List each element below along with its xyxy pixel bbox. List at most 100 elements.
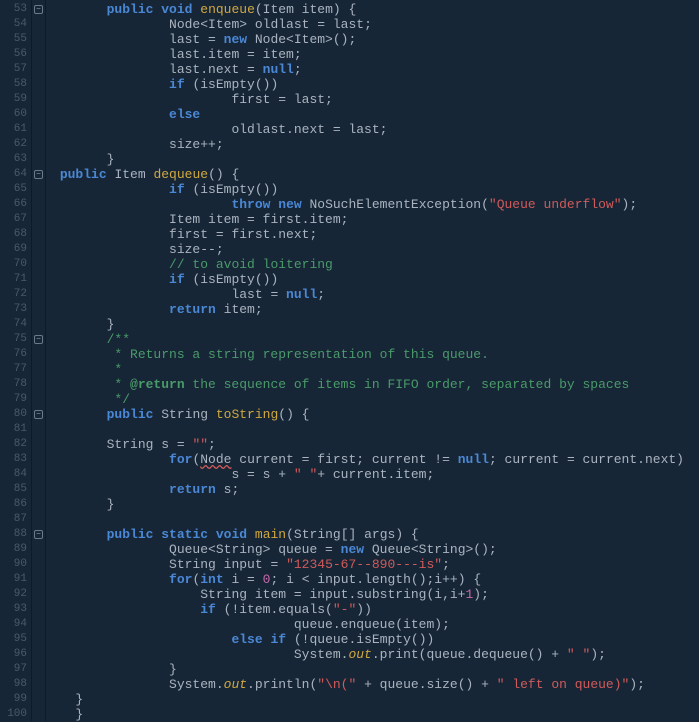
line-number: 81 bbox=[6, 422, 27, 437]
fold-toggle-icon[interactable]: − bbox=[34, 170, 43, 179]
line-number: 62 bbox=[6, 137, 27, 152]
code-line[interactable]: throw new NoSuchElementException("Queue … bbox=[52, 197, 699, 212]
code-line[interactable]: return s; bbox=[52, 482, 699, 497]
fold-toggle-icon[interactable]: − bbox=[34, 335, 43, 344]
code-line[interactable]: System.out.print(queue.dequeue() + " "); bbox=[52, 647, 699, 662]
code-line[interactable]: if (!item.equals("-")) bbox=[52, 602, 699, 617]
code-line[interactable]: */ bbox=[52, 392, 699, 407]
code-line[interactable]: if (isEmpty()) bbox=[52, 272, 699, 287]
fold-cell bbox=[32, 662, 45, 677]
code-line[interactable] bbox=[52, 422, 699, 437]
code-line[interactable] bbox=[52, 512, 699, 527]
token-kw: if bbox=[169, 77, 185, 92]
fold-cell bbox=[32, 422, 45, 437]
token-new: new bbox=[224, 32, 247, 47]
code-line[interactable]: public Item dequeue() { bbox=[52, 167, 699, 182]
token-cmt: * Returns a string representation of thi… bbox=[107, 347, 489, 362]
code-line[interactable]: System.out.println("\n(" + queue.size() … bbox=[52, 677, 699, 692]
code-line[interactable]: else bbox=[52, 107, 699, 122]
token-id: Queue<String> queue = bbox=[169, 542, 341, 557]
fold-toggle-icon[interactable]: − bbox=[34, 530, 43, 539]
code-line[interactable]: } bbox=[52, 497, 699, 512]
code-line[interactable]: * @return the sequence of items in FIFO … bbox=[52, 377, 699, 392]
token-id: .print(queue.dequeue() + bbox=[372, 647, 567, 662]
code-line[interactable]: last = new Node<Item>(); bbox=[52, 32, 699, 47]
line-number: 78 bbox=[6, 377, 27, 392]
code-line[interactable]: // to avoid loitering bbox=[52, 257, 699, 272]
code-line[interactable]: last.next = null; bbox=[52, 62, 699, 77]
token-op: } bbox=[68, 692, 84, 707]
token-str: "12345-67--890---is" bbox=[286, 557, 442, 572]
code-line[interactable]: } bbox=[52, 707, 699, 722]
fold-toggle-icon[interactable]: − bbox=[34, 5, 43, 14]
token-id: String input = bbox=[169, 557, 286, 572]
line-number: 88 bbox=[6, 527, 27, 542]
line-number: 97 bbox=[6, 662, 27, 677]
code-line[interactable]: } bbox=[52, 692, 699, 707]
line-number: 89 bbox=[6, 542, 27, 557]
fold-toggle-icon[interactable]: − bbox=[34, 410, 43, 419]
token-kw: public bbox=[107, 407, 154, 422]
code-line[interactable]: * bbox=[52, 362, 699, 377]
code-line[interactable]: Node<Item> oldlast = last; bbox=[52, 17, 699, 32]
code-area[interactable]: public void enqueue(Item item) { Node<It… bbox=[46, 0, 699, 721]
code-line[interactable]: } bbox=[52, 152, 699, 167]
token-id: ; current = current.next) bbox=[489, 452, 684, 467]
token-kw: public bbox=[107, 2, 154, 17]
fold-cell bbox=[32, 617, 45, 632]
code-line[interactable]: size++; bbox=[52, 137, 699, 152]
line-number: 82 bbox=[6, 437, 27, 452]
line-number: 71 bbox=[6, 272, 27, 287]
code-line[interactable]: first = last; bbox=[52, 92, 699, 107]
line-number: 86 bbox=[6, 497, 27, 512]
token-cmt: * bbox=[107, 377, 130, 392]
code-line[interactable]: public String toString() { bbox=[52, 407, 699, 422]
code-line[interactable]: oldlast.next = last; bbox=[52, 122, 699, 137]
code-line[interactable]: Queue<String> queue = new Queue<String>(… bbox=[52, 542, 699, 557]
token-id: (!item.equals( bbox=[216, 602, 333, 617]
code-line[interactable]: queue.enqueue(item); bbox=[52, 617, 699, 632]
code-line[interactable]: Item item = first.item; bbox=[52, 212, 699, 227]
code-line[interactable]: last.item = item; bbox=[52, 47, 699, 62]
fold-cell bbox=[32, 182, 45, 197]
code-line[interactable]: } bbox=[52, 662, 699, 677]
line-number: 80 bbox=[6, 407, 27, 422]
fold-cell bbox=[32, 572, 45, 587]
code-line[interactable]: } bbox=[52, 317, 699, 332]
token-id: System. bbox=[169, 677, 224, 692]
code-line[interactable]: public void enqueue(Item item) { bbox=[52, 2, 699, 17]
code-line[interactable]: if (isEmpty()) bbox=[52, 77, 699, 92]
code-line[interactable]: * Returns a string representation of thi… bbox=[52, 347, 699, 362]
code-line[interactable]: String s = ""; bbox=[52, 437, 699, 452]
line-number: 59 bbox=[6, 92, 27, 107]
fold-cell bbox=[32, 707, 45, 722]
code-line[interactable]: /** bbox=[52, 332, 699, 347]
code-line[interactable]: s = s + " "+ current.item; bbox=[52, 467, 699, 482]
line-number: 69 bbox=[6, 242, 27, 257]
code-line[interactable]: String input = "12345-67--890---is"; bbox=[52, 557, 699, 572]
code-line[interactable]: else if (!queue.isEmpty()) bbox=[52, 632, 699, 647]
code-line[interactable]: return item; bbox=[52, 302, 699, 317]
token-id: + queue.size() + bbox=[356, 677, 496, 692]
token-op: ; bbox=[208, 437, 216, 452]
token-id: size--; bbox=[169, 242, 224, 257]
token-kw: if bbox=[169, 272, 185, 287]
token-id: String bbox=[161, 407, 216, 422]
code-line[interactable]: public static void main(String[] args) { bbox=[52, 527, 699, 542]
token-id: Queue<String>(); bbox=[364, 542, 497, 557]
line-number: 56 bbox=[6, 47, 27, 62]
line-number: 61 bbox=[6, 122, 27, 137]
code-line[interactable]: for(int i = 0; i < input.length();i++) { bbox=[52, 572, 699, 587]
code-line[interactable]: size--; bbox=[52, 242, 699, 257]
code-line[interactable]: last = null; bbox=[52, 287, 699, 302]
token-id: oldlast.next = last; bbox=[231, 122, 387, 137]
code-line[interactable]: first = first.next; bbox=[52, 227, 699, 242]
fold-cell bbox=[32, 677, 45, 692]
code-line[interactable]: String item = input.substring(i,i+1); bbox=[52, 587, 699, 602]
token-cmt: the sequence of items in FIFO order, sep… bbox=[185, 377, 630, 392]
code-line[interactable]: for(Node current = first; current != nul… bbox=[52, 452, 699, 467]
token-id: (isEmpty()) bbox=[185, 77, 279, 92]
fold-cell bbox=[32, 197, 45, 212]
token-cmt: @return bbox=[130, 377, 185, 392]
code-line[interactable]: if (isEmpty()) bbox=[52, 182, 699, 197]
